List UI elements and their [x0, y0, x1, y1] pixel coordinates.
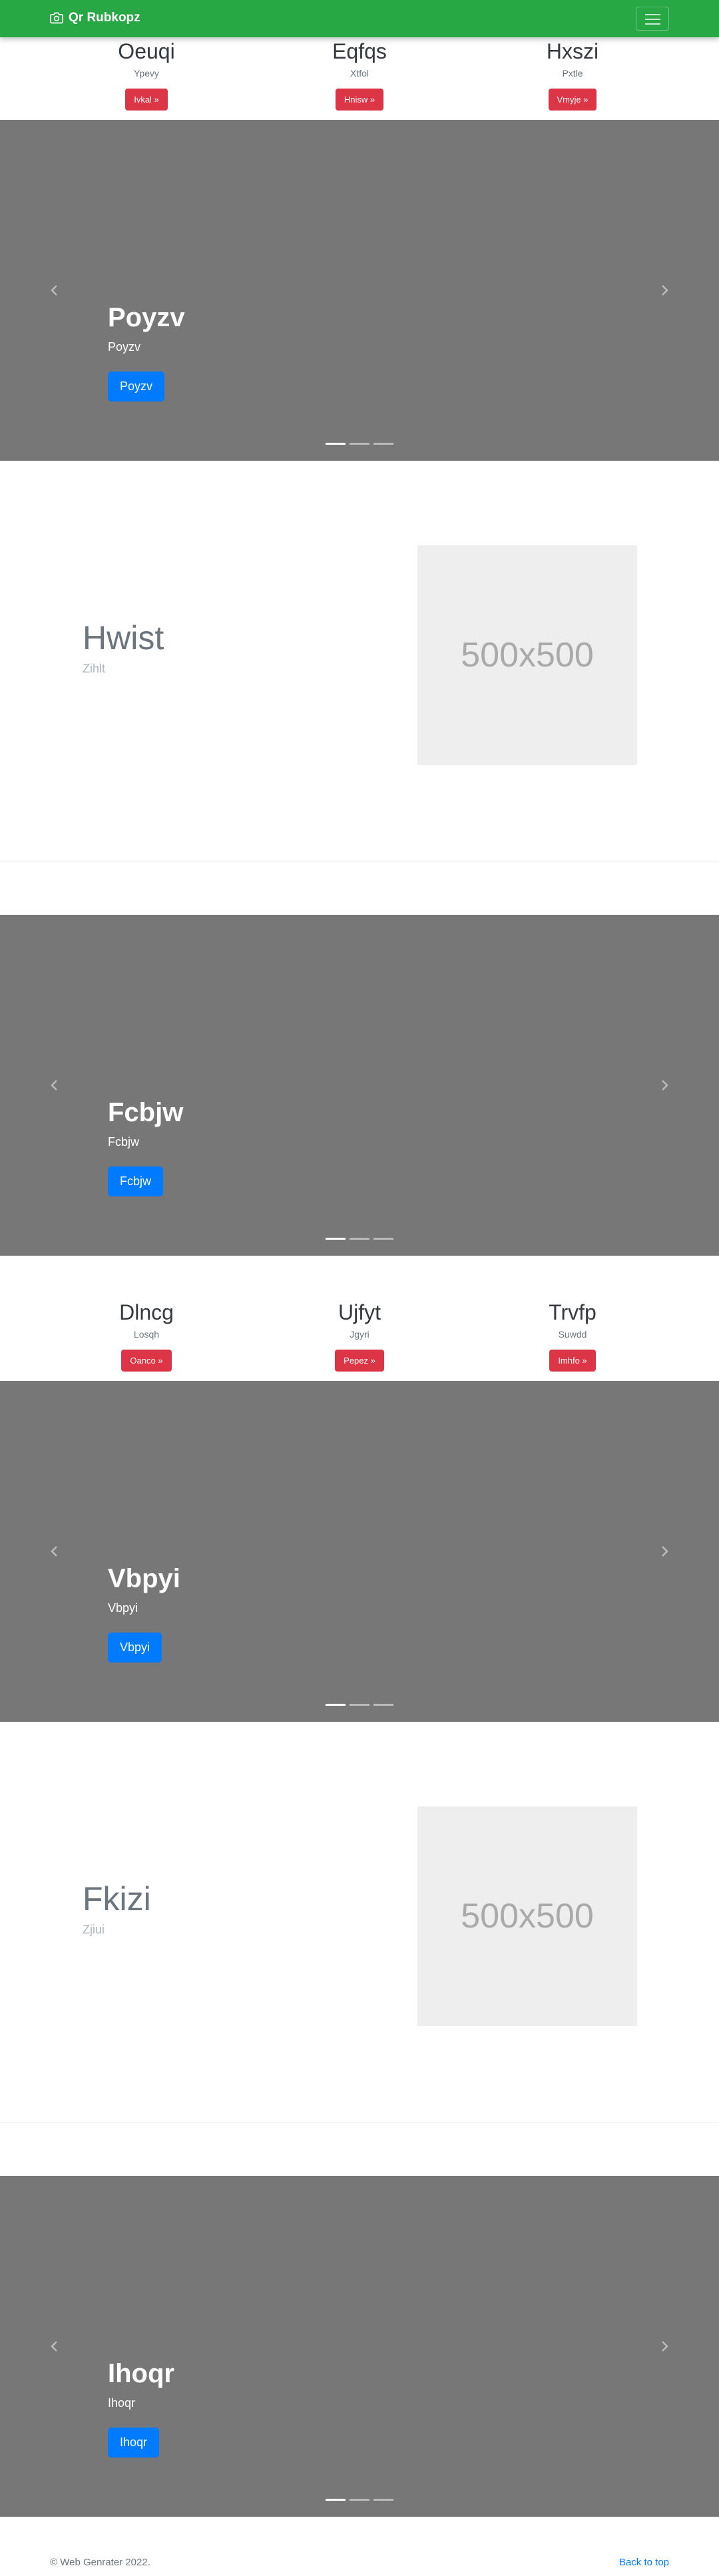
- carousel-caption: Vbpyi Vbpyi Vbpyi: [108, 1563, 180, 1663]
- hamburger-icon-line: [645, 23, 660, 25]
- chevron-right-icon: [662, 1080, 668, 1091]
- carousel-subtitle: Vbpyi: [108, 1601, 138, 1615]
- featurette-lead: Zjiui: [83, 1923, 105, 1936]
- carousel-indicator[interactable]: [350, 1238, 369, 1240]
- carousel-indicators: [0, 2499, 719, 2501]
- carousel: Poyzv Poyzv Poyzv: [0, 120, 719, 461]
- column-text: Xtfol: [350, 68, 369, 79]
- column-button[interactable]: Hnisw »: [335, 89, 384, 111]
- brand-label: Qr Rubkopz: [69, 11, 140, 25]
- column-item: Hxszi Pxtle Vmyje »: [466, 39, 679, 111]
- navbar-toggler-button[interactable]: [636, 7, 669, 31]
- carousel-indicators: [0, 1238, 719, 1240]
- carousel-button[interactable]: Fcbjw: [108, 1166, 164, 1196]
- carousel: Vbpyi Vbpyi Vbpyi: [0, 1381, 719, 1722]
- footer-copyright: © Web Genrater 2022.: [50, 2557, 150, 2568]
- navbar-brand[interactable]: Qr Rubkopz: [50, 11, 140, 25]
- carousel-prev-button[interactable]: [35, 2176, 75, 2517]
- carousel-indicator[interactable]: [350, 443, 369, 445]
- carousel-next-button[interactable]: [644, 2176, 684, 2517]
- column-button[interactable]: Vmyje »: [548, 89, 597, 111]
- featurette: Hwist Zihlt 500x500: [0, 461, 719, 862]
- carousel-button[interactable]: Vbpyi: [108, 1633, 162, 1663]
- column-title: Oeuqi: [118, 39, 175, 63]
- chevron-right-icon: [662, 285, 668, 296]
- column-text: Pxtle: [562, 68, 583, 79]
- carousel-next-button[interactable]: [644, 915, 684, 1256]
- chevron-right-icon: [662, 1546, 668, 1557]
- carousel-indicator[interactable]: [350, 1704, 369, 1706]
- back-to-top-link[interactable]: Back to top: [619, 2557, 669, 2568]
- featurette-image-placeholder: 500x500: [417, 1806, 637, 2026]
- carousel-prev-button[interactable]: [35, 915, 75, 1256]
- carousel-indicator[interactable]: [373, 443, 393, 445]
- column-title: Hxszi: [546, 39, 599, 63]
- hamburger-icon: [645, 14, 660, 15]
- column-item: Eqfqs Xtfol Hnisw »: [253, 39, 466, 111]
- carousel-indicators: [0, 1704, 719, 1706]
- carousel-subtitle: Poyzv: [108, 340, 141, 354]
- column-title: Eqfqs: [332, 39, 387, 63]
- column-button[interactable]: Oanco »: [121, 1350, 172, 1372]
- camera-icon: [50, 12, 63, 24]
- carousel-indicator[interactable]: [326, 443, 346, 445]
- carousel-caption: Fcbjw Fcbjw Fcbjw: [108, 1097, 183, 1196]
- column-text: Losqh: [133, 1329, 160, 1340]
- featurette: Fkizi Zjiui 500x500: [0, 1722, 719, 2123]
- carousel-indicator[interactable]: [326, 2499, 346, 2501]
- column-button[interactable]: Ivkal »: [125, 89, 168, 111]
- carousel-prev-button[interactable]: [35, 120, 75, 461]
- carousel-indicator[interactable]: [350, 2499, 369, 2501]
- column-title: Trvfp: [549, 1300, 597, 1324]
- column-title: Ujfyt: [338, 1300, 381, 1324]
- carousel-indicator[interactable]: [373, 1704, 393, 1706]
- carousel-next-button[interactable]: [644, 1381, 684, 1722]
- carousel-title: Ihoqr: [108, 2359, 174, 2388]
- featurette-heading: Hwist: [83, 619, 164, 656]
- hamburger-icon-line: [645, 19, 660, 20]
- carousel-title: Poyzv: [108, 303, 185, 332]
- column-title: Dlncg: [119, 1300, 174, 1324]
- column-text: Suwdd: [558, 1329, 587, 1340]
- carousel-button[interactable]: Ihoqr: [108, 2428, 160, 2457]
- featurette-lead: Zihlt: [83, 662, 106, 675]
- carousel-next-button[interactable]: [644, 120, 684, 461]
- column-button[interactable]: Pepez »: [335, 1350, 384, 1372]
- featurette-image-placeholder: 500x500: [417, 545, 637, 765]
- carousel-subtitle: Ihoqr: [108, 2396, 136, 2410]
- carousel-caption: Ihoqr Ihoqr Ihoqr: [108, 2358, 174, 2457]
- carousel: Ihoqr Ihoqr Ihoqr: [0, 2176, 719, 2517]
- column-text: Jgyri: [350, 1329, 369, 1340]
- carousel-indicator[interactable]: [373, 1238, 393, 1240]
- featurette-heading: Fkizi: [83, 1880, 151, 1918]
- chevron-left-icon: [51, 1080, 57, 1091]
- chevron-left-icon: [51, 1546, 57, 1557]
- carousel-indicator[interactable]: [373, 2499, 393, 2501]
- chevron-right-icon: [662, 2341, 668, 2352]
- carousel-title: Vbpyi: [108, 1564, 180, 1593]
- carousel-subtitle: Fcbjw: [108, 1135, 140, 1149]
- carousel-caption: Poyzv Poyzv Poyzv: [108, 302, 185, 401]
- column-text: Ypevy: [134, 68, 159, 79]
- column-item: Oeuqi Ypevy Ivkal »: [40, 39, 253, 111]
- carousel-indicator[interactable]: [326, 1238, 346, 1240]
- column-item: Trvfp Suwdd Imhfo »: [466, 1300, 679, 1372]
- column-item: Ujfyt Jgyri Pepez »: [253, 1300, 466, 1372]
- footer: © Web Genrater 2022. Back to top: [0, 2554, 719, 2574]
- carousel-prev-button[interactable]: [35, 1381, 75, 1722]
- navbar: Qr Rubkopz: [0, 0, 719, 37]
- chevron-left-icon: [51, 285, 57, 296]
- carousel-indicators: [0, 443, 719, 445]
- carousel-indicator[interactable]: [326, 1704, 346, 1706]
- carousel-title: Fcbjw: [108, 1098, 184, 1127]
- column-button[interactable]: Imhfo »: [549, 1350, 596, 1372]
- carousel: Fcbjw Fcbjw Fcbjw: [0, 915, 719, 1256]
- column-item: Dlncg Losqh Oanco »: [40, 1300, 253, 1372]
- chevron-left-icon: [51, 2341, 57, 2352]
- carousel-button[interactable]: Poyzv: [108, 372, 165, 401]
